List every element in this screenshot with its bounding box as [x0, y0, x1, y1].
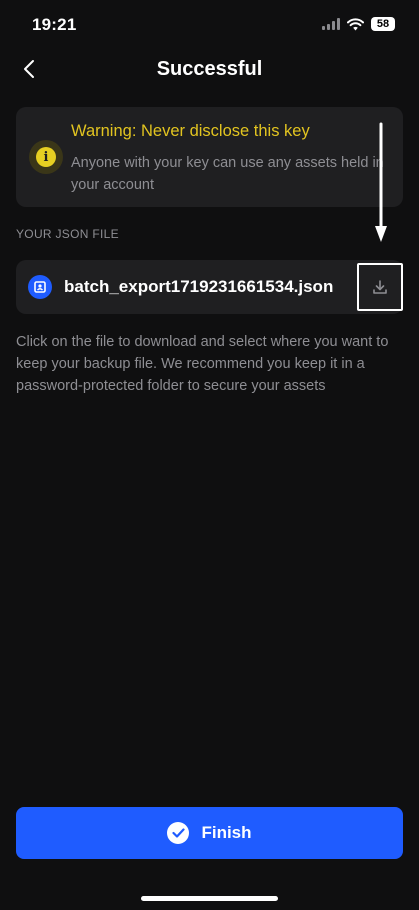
- status-time: 19:21: [32, 15, 77, 34]
- status-bar: 19:21 58: [0, 0, 419, 50]
- warning-title: Warning: Never disclose this key: [71, 122, 310, 140]
- info-icon: i: [36, 147, 56, 167]
- json-file-section-label: YOUR JSON FILE: [16, 227, 119, 241]
- warning-body: Anyone with your key can use any assets …: [71, 155, 384, 193]
- warning-card: i Warning: Never disclose this key Anyon…: [16, 107, 403, 207]
- status-icons: 58: [322, 17, 395, 31]
- download-icon: [373, 280, 387, 294]
- screen: 19:21 58 Successful i Warning: Never dis…: [0, 0, 419, 910]
- wifi-icon: [347, 17, 364, 30]
- home-indicator: [141, 896, 278, 901]
- json-file-name: batch_export1719231661534.json: [64, 277, 334, 296]
- download-button[interactable]: [357, 263, 403, 311]
- backup-description: Click on the file to download and select…: [16, 334, 389, 394]
- check-circle-icon: [167, 822, 190, 844]
- nav-bar: Successful: [0, 50, 419, 92]
- json-file-row[interactable]: batch_export1719231661534.json: [16, 260, 403, 314]
- wallet-file-icon: [28, 275, 52, 299]
- info-icon-container: i: [29, 140, 63, 174]
- annotation-arrow-icon: [375, 122, 387, 242]
- finish-button-label: Finish: [201, 823, 252, 842]
- page-title: Successful: [156, 58, 263, 80]
- finish-button[interactable]: Finish: [16, 807, 403, 859]
- cellular-signal-icon: [322, 18, 340, 30]
- battery-icon: 58: [371, 17, 395, 31]
